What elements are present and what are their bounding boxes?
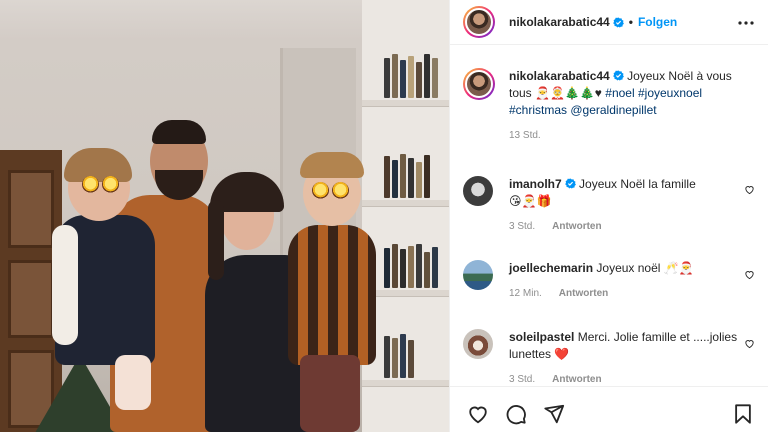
comment-emojis: ❤️ [554,347,570,361]
comment-text: Joyeux noël [596,261,661,275]
cabinet-pane [8,170,54,248]
follow-button[interactable]: Folgen [638,15,677,29]
commenter-username[interactable]: imanolh7 [509,177,562,191]
emoji-glasses [312,182,349,199]
comment-item: imanolh7 Joyeux Noël la famille 😘🎅🎁 3 St… [463,176,763,232]
comment-timestamp[interactable]: 12 Min. [509,288,542,299]
reply-button[interactable]: Antworten [552,374,601,385]
post-timestamp[interactable]: 13 Std. [509,130,541,141]
post-photo[interactable] [0,0,449,432]
author-username[interactable]: nikolakarabatic44 [509,15,610,29]
caption-emojis: 🎅🤶🎄🎄♥ [535,86,602,100]
hashtag-link[interactable]: #christmas [509,103,567,117]
comment-item: joellechemarin Joyeux noël 🥂🎅 12 Min. Ant… [463,260,763,299]
comment-emojis: 🥂🎅 [663,261,694,275]
commenter-username[interactable]: joellechemarin [509,261,593,275]
comment-emojis: 😘🎅🎁 [509,194,552,208]
comment-icon[interactable] [505,403,527,425]
share-icon[interactable] [543,403,565,425]
caption-username[interactable]: nikolakarabatic44 [509,69,610,83]
hashtag-link[interactable]: #noel [605,86,634,100]
hashtag-link[interactable]: #joyeuxnoel [638,86,702,100]
cabinet-pane [8,260,54,338]
comments-scroll-area[interactable]: nikolakarabatic44 Joyeux Noël à vous tou… [450,46,768,386]
more-options-icon[interactable] [737,14,755,32]
comment-like-icon[interactable] [744,269,755,280]
mention-link[interactable]: @geraldinepillet [570,103,656,117]
commenter-avatar[interactable] [463,329,493,359]
comment-timestamp[interactable]: 3 Std. [509,374,535,385]
commenter-avatar[interactable] [463,176,493,206]
commenter-username[interactable]: soleilpastel [509,330,574,344]
bookmark-icon[interactable] [732,403,754,425]
heart-icon[interactable] [467,403,489,425]
verified-badge-icon [612,16,624,28]
header-separator: • [628,15,633,29]
post-header: nikolakarabatic44 • Folgen [450,0,768,45]
comment-timestamp[interactable]: 3 Std. [509,221,535,232]
author-avatar[interactable] [463,6,495,38]
comment-like-icon[interactable] [744,184,755,195]
post-action-bar [450,386,768,432]
commenter-avatar[interactable] [463,260,493,290]
photo-bookshelf [362,0,449,432]
comment-text: Joyeux Noël la famille [579,177,696,191]
instagram-post-view: nikolakarabatic44 • Folgen nikolakarabat… [0,0,768,432]
emoji-glasses [82,176,119,193]
comment-like-icon[interactable] [744,338,755,349]
author-avatar[interactable] [463,68,495,100]
verified-badge-icon [612,70,624,81]
reply-button[interactable]: Antworten [559,288,608,299]
verified-badge-icon [564,178,576,189]
post-side-panel: nikolakarabatic44 • Folgen nikolakarabat… [449,0,768,432]
post-caption: nikolakarabatic44 Joyeux Noël à vous tou… [463,68,763,141]
comment-item: soleilpastel Merci. Jolie famille et ...… [463,329,763,385]
reply-button[interactable]: Antworten [552,221,601,232]
